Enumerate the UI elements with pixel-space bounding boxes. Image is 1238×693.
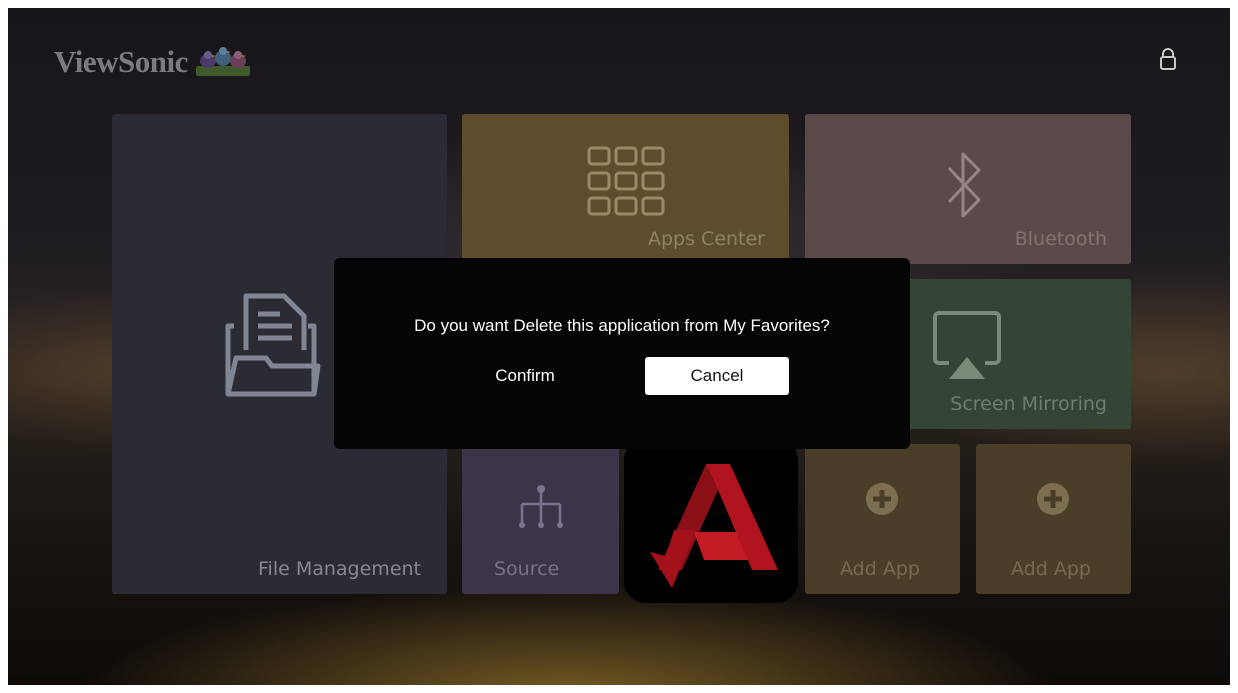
plus-circle-icon [1037,483,1069,515]
home-screen: ViewSonic File Management Apps Center Bl… [8,8,1230,685]
acrobat-reader-icon [650,464,778,588]
add-app-label: Add App [1011,558,1091,580]
screen-mirroring-icon [933,311,1001,379]
brand: ViewSonic [54,44,252,80]
bluetooth-label: Bluetooth [1014,228,1107,250]
screen-mirroring-label: Screen Mirroring [950,393,1107,415]
brand-logo-text: ViewSonic [54,44,188,79]
source-icon [519,485,563,528]
confirm-button[interactable]: Confirm [464,357,586,395]
lock-icon[interactable] [1158,48,1178,72]
add-app-label: Add App [840,558,920,580]
file-management-label: File Management [258,558,421,580]
bluetooth-icon [947,152,981,218]
folder-icon [225,293,321,397]
dialog-message: Do you want Delete this application from… [414,316,830,335]
bluetooth-tile[interactable]: Bluetooth [805,114,1131,264]
source-tile[interactable]: Source [462,444,619,594]
source-label: Source [494,558,560,580]
grid-icon [587,146,665,216]
add-app-tile[interactable]: Add App [976,444,1131,594]
favorite-app-tile[interactable] [624,438,798,603]
birds-logo-icon [195,47,250,76]
apps-center-label: Apps Center [647,228,765,250]
delete-favorite-dialog: Do you want Delete this application from… [334,258,910,449]
plus-circle-icon [866,483,898,515]
add-app-tile[interactable]: Add App [805,444,960,594]
cancel-button[interactable]: Cancel [645,357,789,395]
apps-center-tile[interactable]: Apps Center [462,114,789,264]
